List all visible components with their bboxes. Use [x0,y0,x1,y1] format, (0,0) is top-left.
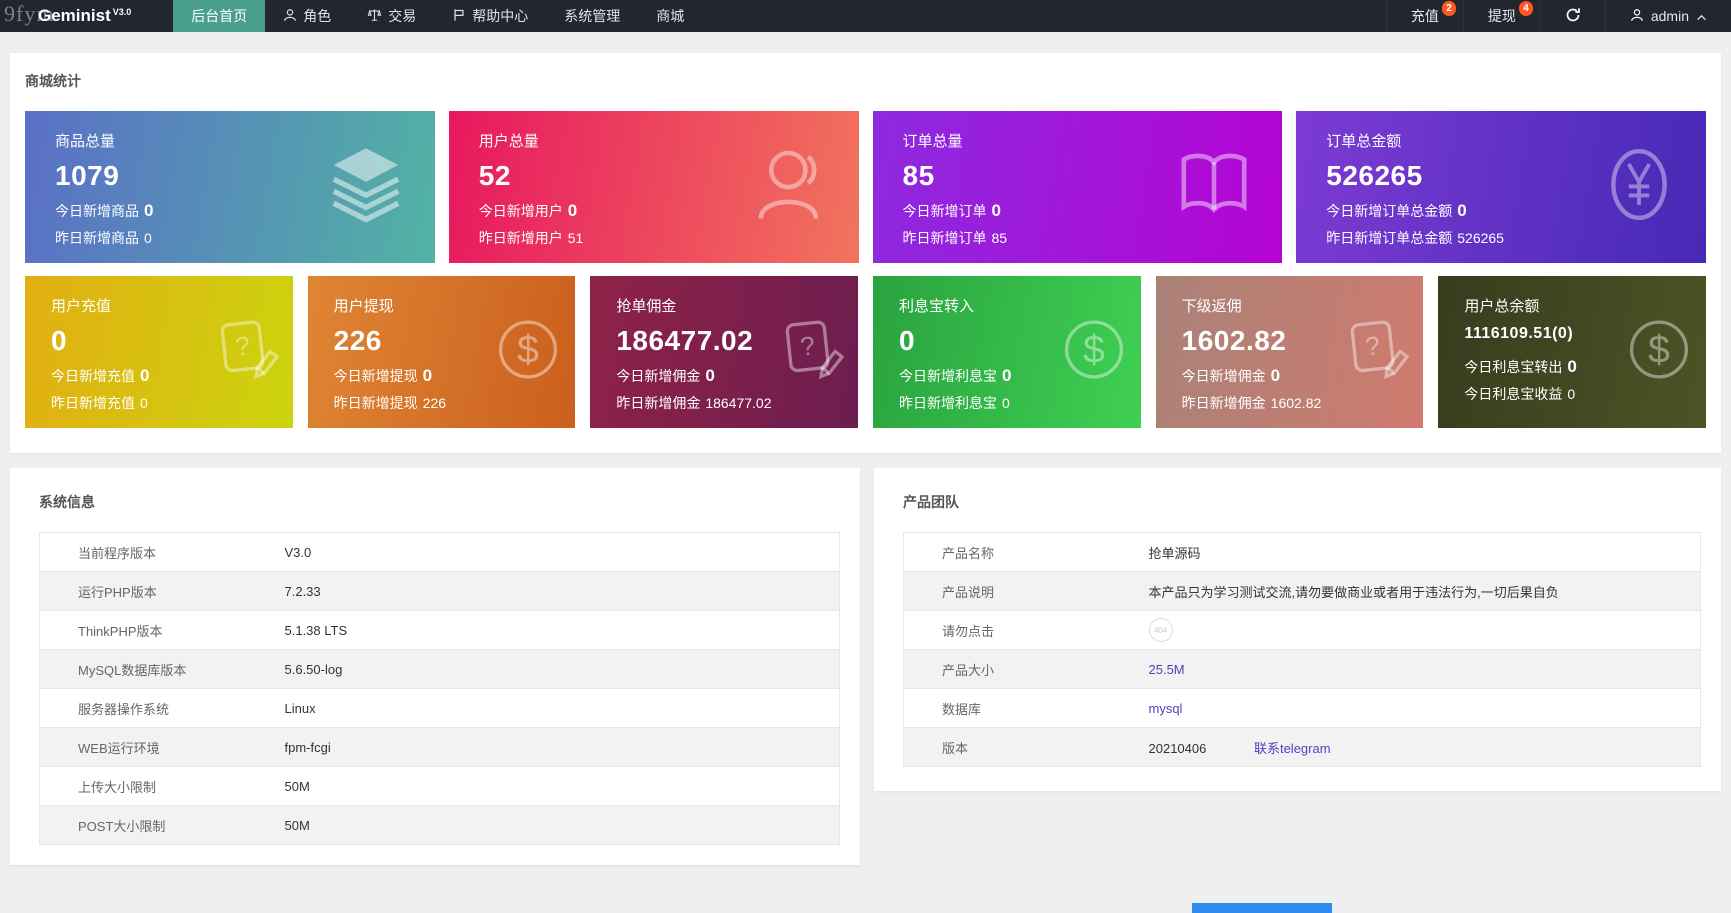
stat-card-products-total: 商品总量 1079 今日新增商品0 昨日新增商品0 [25,111,435,263]
nav-item-system-management[interactable]: 系统管理 [546,0,638,32]
username: admin [1651,8,1689,24]
nav-item-mall[interactable]: 商城 [638,0,702,32]
topbar-right: 充值 2 提现 4 admin [1386,0,1731,32]
product-size-link[interactable]: 25.5M [1149,662,1185,677]
stat-card-orders-amount: 订单总金额 526265 今日新增订单总金额0 昨日新增订单总金额526265 [1296,111,1706,263]
refresh-icon [1565,7,1581,26]
app-version: V3.0 [113,7,132,17]
product-team-panel: 产品团队 产品名称 抢单源码 产品说明 本产品只为学习测试交流,请勿要做商业或者… [874,468,1721,791]
topbar: 9fym GeministV3.0 后台首页 角色 交易 帮助中心 系统管理 商… [0,0,1731,32]
stat-card-orders-total: 订单总量 85 今日新增订单0 昨日新增订单85 [873,111,1283,263]
withdraw-button[interactable]: 提现 4 [1463,0,1540,32]
dollar-icon: $ [1624,315,1694,390]
svg-text:$: $ [1083,328,1105,372]
product-team-title: 产品团队 [903,492,1701,512]
chevron-up-icon [1696,8,1707,24]
database-link[interactable]: mysql [1149,701,1183,716]
table-row: 当前程序版本V3.0 [40,533,840,572]
dollar-icon: $ [1059,315,1129,390]
stat-card-users-total: 用户总量 52 今日新增用户0 昨日新增用户51 [449,111,859,263]
telegram-contact-link[interactable]: 联系telegram [1254,741,1331,756]
mall-stats-panel: 商城统计 商品总量 1079 今日新增商品0 昨日新增商品0 用户总量 52 今… [10,53,1721,453]
table-row: 运行PHP版本7.2.33 [40,572,840,611]
table-row: 产品名称 抢单源码 [904,533,1701,572]
stat-card-user-recharge: 用户充值 0 今日新增充值0 昨日新增充值0 ? [25,276,293,428]
table-row: 版本 20210406 联系telegram [904,728,1701,767]
do-not-click-icon[interactable]: 404 [1149,618,1173,642]
svg-text:$: $ [517,328,539,372]
svg-text:$: $ [1648,328,1670,372]
yen-icon [1598,144,1680,231]
svg-text:?: ? [799,330,817,361]
app-logo-text: Geminist [38,6,111,26]
system-info-panel: 系统信息 当前程序版本V3.0 运行PHP版本7.2.33 ThinkPHP版本… [10,468,860,865]
stats-row-2: 用户充值 0 今日新增充值0 昨日新增充值0 ? 用户提现 226 今日新增提现… [25,276,1706,428]
table-row: 数据库 mysql [904,689,1701,728]
book-icon [1172,143,1256,232]
table-row: 上传大小限制50M [40,767,840,806]
table-row: MySQL数据库版本5.6.50-log [40,650,840,689]
table-row: POST大小限制50M [40,806,840,845]
nav-item-dashboard[interactable]: 后台首页 [173,0,265,32]
table-row: 请勿点击 404 [904,611,1701,650]
svg-text:?: ? [1364,330,1382,361]
app-logo: GeministV3.0 [0,0,173,32]
layers-icon [323,142,409,233]
nav-item-roles[interactable]: 角色 [265,0,349,32]
recharge-badge: 2 [1442,1,1456,16]
svg-text:?: ? [233,330,251,361]
edit-doc-icon: ? [776,315,846,390]
recharge-button[interactable]: 充值 2 [1386,0,1463,32]
edit-doc-icon: ? [211,315,281,390]
user-menu[interactable]: admin [1605,0,1731,32]
stat-card-user-withdraw: 用户提现 226 今日新增提现0 昨日新增提现226 $ [308,276,576,428]
table-row: 产品说明 本产品只为学习测试交流,请勿要做商业或者用于违法行为,一切后果自负 [904,572,1701,611]
flag-icon [452,8,472,25]
nav-item-trade[interactable]: 交易 [349,0,434,32]
nav-item-help-center[interactable]: 帮助中心 [434,0,546,32]
system-info-title: 系统信息 [39,492,840,512]
stats-panel-title: 商城统计 [25,71,1706,91]
stat-card-interest-in: 利息宝转入 0 今日新增利息宝0 昨日新增利息宝0 $ [873,276,1141,428]
table-row: ThinkPHP版本5.1.38 LTS [40,611,840,650]
stat-card-sub-rebate: 下级返佣 1602.82 今日新增佣金0 昨日新增佣金1602.82 ? [1156,276,1424,428]
bottom-blue-bar [1192,903,1332,913]
table-row: 服务器操作系统Linux [40,689,840,728]
table-row: 产品大小 25.5M [904,650,1701,689]
version-value: 20210406 [1149,741,1207,756]
system-info-table: 当前程序版本V3.0 运行PHP版本7.2.33 ThinkPHP版本5.1.3… [39,532,840,845]
bottom-panels: 系统信息 当前程序版本V3.0 运行PHP版本7.2.33 ThinkPHP版本… [10,468,1721,865]
user-icon [749,143,833,232]
withdraw-badge: 4 [1519,1,1533,16]
product-team-table: 产品名称 抢单源码 产品说明 本产品只为学习测试交流,请勿要做商业或者用于违法行… [903,532,1701,767]
refresh-button[interactable] [1540,0,1605,32]
stat-card-grab-commission: 抢单佣金 186477.02 今日新增佣金0 昨日新增佣金186477.02 ? [590,276,858,428]
stats-row-1: 商品总量 1079 今日新增商品0 昨日新增商品0 用户总量 52 今日新增用户… [25,111,1706,263]
table-row: WEB运行环境fpm-fcgi [40,728,840,767]
dollar-icon: $ [493,315,563,390]
user-icon [1630,8,1644,25]
user-icon [283,8,303,25]
stat-card-total-balance: 用户总余额 1116109.51(0) 今日利息宝转出0 今日利息宝收益0 $ [1438,276,1706,428]
edit-doc-icon: ? [1341,315,1411,390]
scales-icon [367,8,388,25]
main-nav: 后台首页 角色 交易 帮助中心 系统管理 商城 [173,0,702,32]
